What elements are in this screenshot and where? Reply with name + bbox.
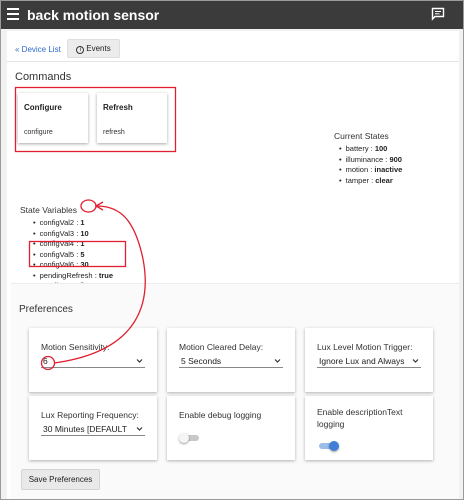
commands-title: Commands (15, 71, 72, 83)
state-value: inactive (374, 165, 403, 174)
motion-cleared-delay-field: Motion Cleared Delay: 5 Seconds (167, 328, 295, 392)
chevron-down-icon (136, 359, 143, 363)
motion-sensitivity-field: Motion Sensitivity: 6 (29, 328, 157, 392)
field-label: Enable descriptionText logging (317, 407, 403, 429)
chevron-down-icon (136, 427, 143, 431)
state-variables-list: configVal2 : 1 configVal3 : 10 configVal… (33, 218, 113, 292)
debug-logging-toggle[interactable] (179, 432, 201, 444)
command-name: Configure (24, 103, 62, 112)
chevron-down-icon (274, 359, 281, 363)
select-value: 6 (43, 356, 48, 366)
variable-key: configVal3 (39, 228, 75, 238)
state-value: 100 (374, 144, 388, 153)
current-states-title: Current States (334, 131, 389, 141)
variable-item: configVal5 : 5 (33, 250, 113, 261)
variable-item: configVal2 : 1 (33, 218, 113, 229)
events-button-label: Events (86, 44, 111, 53)
variable-key: configVal6 (39, 260, 75, 269)
variable-value: true (98, 270, 114, 280)
field-label: Motion Cleared Delay: (179, 342, 264, 352)
field-label: Enable debug logging (179, 410, 262, 420)
variable-value: 30 (80, 260, 89, 269)
select-value: Ignore Lux and Always (319, 356, 405, 366)
variable-value: 1 (80, 218, 85, 227)
events-button[interactable]: i Events (67, 39, 120, 58)
state-key: illuminance (345, 154, 384, 164)
state-value: 900 (389, 154, 402, 164)
lux-motion-trigger-select[interactable]: Ignore Lux and Always (317, 354, 421, 368)
current-states-list: battery : 100 illuminance : 900 motion :… (339, 144, 403, 187)
field-label: Lux Reporting Frequency: (41, 410, 139, 420)
info-icon: i (76, 46, 85, 54)
variable-item: configVal6 : 30 (33, 260, 113, 271)
save-preferences-button[interactable]: Save Preferences (21, 469, 100, 490)
state-item: battery : 100 (339, 144, 402, 155)
command-arg: refresh (103, 129, 125, 136)
description-logging-toggle[interactable] (317, 440, 339, 452)
state-value: clear (375, 175, 393, 185)
state-item: tamper : clear (339, 176, 402, 187)
state-item: illuminance : 900 (339, 155, 402, 166)
divider (7, 61, 459, 62)
state-key: motion (345, 165, 369, 174)
state-key: battery (345, 144, 369, 153)
lux-motion-trigger-field: Lux Level Motion Trigger: Ignore Lux and… (305, 328, 433, 392)
app-bar: back motion sensor (1, 1, 463, 29)
chevron-down-icon (412, 359, 419, 363)
device-page: back motion sensor « Device List i Events… (0, 0, 464, 500)
preferences-panel: Preferences Motion Sensitivity: 6 Motion… (11, 283, 459, 499)
device-list-link[interactable]: « Device List (15, 45, 61, 54)
variable-key: configVal4 (39, 239, 75, 248)
device-card: « Device List i Events Commands Configure… (7, 31, 459, 499)
field-label: Motion Sensitivity: (41, 342, 110, 352)
variable-item: pendingRefresh : true (33, 271, 113, 282)
menu-icon[interactable] (7, 8, 19, 20)
select-value: 5 Seconds (181, 356, 222, 366)
variable-key: configVal5 (39, 249, 75, 259)
refresh-command-button[interactable]: Refresh refresh (97, 93, 167, 143)
variable-key: pendingRefresh (39, 270, 93, 280)
variable-key: configVal2 (39, 218, 75, 227)
variable-value: 5 (80, 249, 85, 259)
description-logging-field: Enable descriptionText logging (305, 396, 433, 460)
state-variables-title: State Variables (20, 205, 78, 215)
state-key: tamper (345, 175, 369, 185)
lux-reporting-frequency-field: Lux Reporting Frequency: 30 Minutes [DEF… (29, 396, 157, 460)
chat-icon[interactable] (431, 7, 445, 21)
motion-sensitivity-select[interactable]: 6 (41, 354, 145, 368)
page-title: back motion sensor (27, 7, 160, 23)
variable-value: 10 (80, 228, 89, 238)
debug-logging-field: Enable debug logging (167, 396, 295, 460)
configure-command-button[interactable]: Configure configure (18, 93, 88, 143)
variable-value: 1 (80, 239, 85, 248)
select-value: 30 Minutes [DEFAULT (43, 424, 127, 434)
motion-cleared-delay-select[interactable]: 5 Seconds (179, 354, 283, 368)
command-arg: configure (24, 129, 53, 136)
lux-reporting-frequency-select[interactable]: 30 Minutes [DEFAULT (41, 422, 145, 436)
field-label: Lux Level Motion Trigger: (317, 342, 413, 352)
variable-item: configVal4 : 1 (33, 239, 113, 250)
preferences-title: Preferences (19, 304, 73, 315)
variable-item: configVal3 : 10 (33, 229, 113, 240)
command-name: Refresh (103, 103, 133, 112)
state-item: motion : inactive (339, 165, 403, 176)
